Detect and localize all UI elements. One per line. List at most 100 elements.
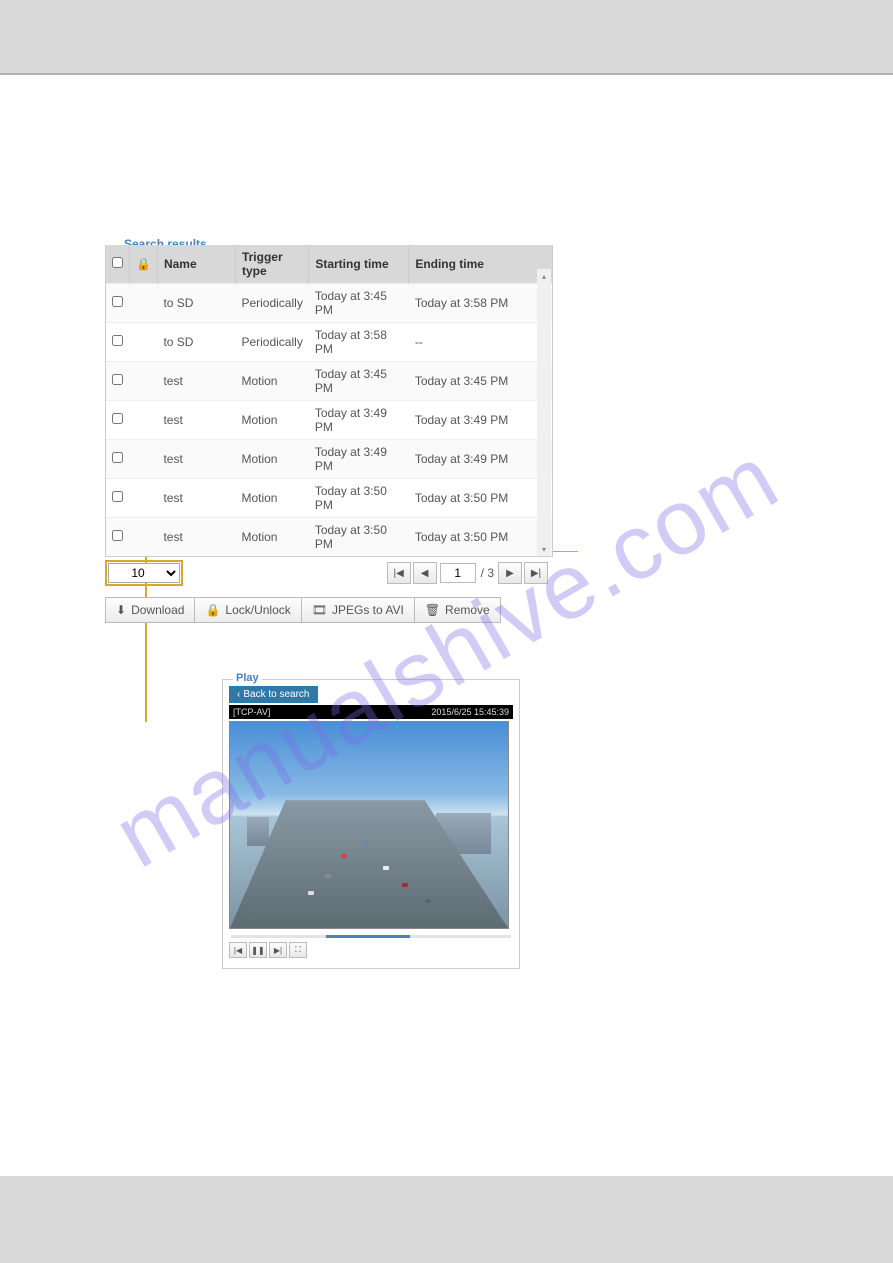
- chevron-left-icon: ‹: [237, 689, 240, 700]
- pagination-row: 10 |◀ ◀ / 3 ▶ ▶|: [105, 557, 553, 589]
- row-name: test: [157, 401, 235, 440]
- row-name: test: [157, 440, 235, 479]
- lock-button[interactable]: 🔒 Lock/Unlock: [194, 597, 301, 623]
- row-checkbox[interactable]: [112, 413, 123, 424]
- action-toolbar: ⬇ Download 🔒 Lock/Unlock 🎞 JPEGs to AVI …: [105, 597, 553, 623]
- page-first-button[interactable]: |◀: [387, 562, 411, 584]
- col-name[interactable]: Name: [157, 245, 235, 284]
- page-next-button[interactable]: ▶: [498, 562, 522, 584]
- seek-bar[interactable]: [231, 935, 511, 938]
- col-start[interactable]: Starting time: [309, 245, 409, 284]
- trash-icon: 🗑: [425, 603, 440, 617]
- row-checkbox[interactable]: [112, 530, 123, 541]
- table-row[interactable]: testMotionToday at 3:50 PMToday at 3:50 …: [106, 518, 552, 557]
- row-start: Today at 3:49 PM: [309, 440, 409, 479]
- table-header-row: 🔒 Name Trigger type Starting time Ending…: [106, 245, 552, 284]
- row-start: Today at 3:45 PM: [309, 362, 409, 401]
- table-row[interactable]: testMotionToday at 3:50 PMToday at 3:50 …: [106, 479, 552, 518]
- lock-icon: 🔒: [205, 603, 220, 617]
- scroll-down-icon[interactable]: ▾: [537, 542, 551, 556]
- col-trigger[interactable]: Trigger type: [235, 245, 308, 284]
- table-row[interactable]: to SDPeriodicallyToday at 3:58 PM--: [106, 323, 552, 362]
- table-row[interactable]: testMotionToday at 3:49 PMToday at 3:49 …: [106, 440, 552, 479]
- results-table: 🔒 Name Trigger type Starting time Ending…: [106, 245, 552, 556]
- col-select[interactable]: [106, 245, 130, 284]
- row-end: Today at 3:50 PM: [409, 479, 552, 518]
- row-name: to SD: [157, 323, 235, 362]
- row-checkbox[interactable]: [112, 491, 123, 502]
- row-start: Today at 3:49 PM: [309, 401, 409, 440]
- select-all-checkbox[interactable]: [112, 257, 123, 268]
- download-icon: ⬇: [116, 603, 126, 617]
- col-end[interactable]: Ending time: [409, 245, 552, 284]
- playback-controls: |◀ ❚❚ ▶| ⛶: [229, 942, 513, 958]
- row-trigger: Motion: [235, 518, 308, 557]
- row-checkbox[interactable]: [112, 452, 123, 463]
- row-end: Today at 3:49 PM: [409, 440, 552, 479]
- play-legend: Play: [233, 672, 262, 684]
- fullscreen-button[interactable]: ⛶: [289, 942, 307, 958]
- row-checkbox[interactable]: [112, 296, 123, 307]
- remove-button[interactable]: 🗑 Remove: [414, 597, 501, 623]
- col-lock: 🔒: [130, 245, 158, 284]
- row-lock-cell: [130, 401, 158, 440]
- skip-forward-button[interactable]: ▶|: [269, 942, 287, 958]
- per-page-select[interactable]: 10: [108, 563, 180, 583]
- pause-button[interactable]: ❚❚: [249, 942, 267, 958]
- row-start: Today at 3:45 PM: [309, 284, 409, 323]
- row-trigger: Periodically: [235, 284, 308, 323]
- row-end: Today at 3:50 PM: [409, 518, 552, 557]
- row-name: to SD: [157, 284, 235, 323]
- video-overlay-bar: [TCP-AV] 2015/6/25 15:45:39: [229, 705, 513, 719]
- remove-label: Remove: [445, 603, 490, 617]
- row-lock-cell: [130, 518, 158, 557]
- table-row[interactable]: testMotionToday at 3:45 PMToday at 3:45 …: [106, 362, 552, 401]
- row-trigger: Motion: [235, 362, 308, 401]
- table-row[interactable]: to SDPeriodicallyToday at 3:45 PMToday a…: [106, 284, 552, 323]
- row-trigger: Motion: [235, 401, 308, 440]
- row-end: --: [409, 323, 552, 362]
- scrollbar[interactable]: ▴ ▾: [537, 269, 551, 556]
- page-number-input[interactable]: [440, 563, 476, 583]
- video-preview[interactable]: [229, 721, 509, 929]
- download-button[interactable]: ⬇ Download: [105, 597, 195, 623]
- row-start: Today at 3:58 PM: [309, 323, 409, 362]
- row-lock-cell: [130, 284, 158, 323]
- film-icon: 🎞: [312, 603, 327, 617]
- row-start: Today at 3:50 PM: [309, 518, 409, 557]
- header-bar: [0, 0, 893, 75]
- per-page-highlight: 10: [105, 560, 183, 586]
- jpeg-label: JPEGs to AVI: [332, 603, 404, 617]
- timestamp-label: 2015/6/25 15:45:39: [431, 707, 509, 717]
- jpeg-to-avi-button[interactable]: 🎞 JPEGs to AVI: [301, 597, 415, 623]
- results-table-wrap: 🔒 Name Trigger type Starting time Ending…: [105, 245, 553, 557]
- scroll-up-icon[interactable]: ▴: [537, 269, 551, 283]
- row-trigger: Periodically: [235, 323, 308, 362]
- search-results-panel: Search results 🔒 Name Trigger type Start…: [105, 245, 553, 623]
- row-checkbox[interactable]: [112, 374, 123, 385]
- row-lock-cell: [130, 440, 158, 479]
- seek-progress: [326, 935, 410, 938]
- stream-label: [TCP-AV]: [233, 707, 270, 717]
- row-end: Today at 3:49 PM: [409, 401, 552, 440]
- row-lock-cell: [130, 479, 158, 518]
- row-lock-cell: [130, 323, 158, 362]
- table-row[interactable]: testMotionToday at 3:49 PMToday at 3:49 …: [106, 401, 552, 440]
- footer-bar: [0, 1176, 893, 1263]
- row-name: test: [157, 362, 235, 401]
- row-end: Today at 3:45 PM: [409, 362, 552, 401]
- page-total-label: / 3: [481, 566, 494, 580]
- row-end: Today at 3:58 PM: [409, 284, 552, 323]
- lock-label: Lock/Unlock: [225, 603, 290, 617]
- lock-icon: 🔒: [136, 257, 151, 271]
- back-to-search-button[interactable]: ‹ Back to search: [229, 686, 318, 703]
- skip-back-button[interactable]: |◀: [229, 942, 247, 958]
- page-last-button[interactable]: ▶|: [524, 562, 548, 584]
- row-name: test: [157, 479, 235, 518]
- play-panel: Play ‹ Back to search [TCP-AV] 2015/6/25…: [222, 679, 520, 969]
- row-checkbox[interactable]: [112, 335, 123, 346]
- page-prev-button[interactable]: ◀: [413, 562, 437, 584]
- row-name: test: [157, 518, 235, 557]
- download-label: Download: [131, 603, 184, 617]
- row-start: Today at 3:50 PM: [309, 479, 409, 518]
